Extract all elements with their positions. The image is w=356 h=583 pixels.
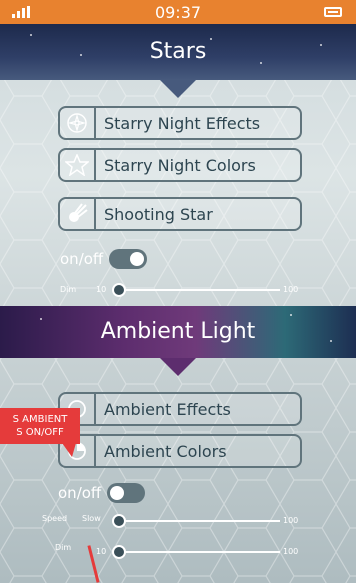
ambient-effects-button[interactable]: Ambient Effects xyxy=(58,392,302,426)
starry-night-colors-label: Starry Night Colors xyxy=(104,155,256,175)
stars-dim-max: 100 xyxy=(283,285,299,294)
status-time: 09:37 xyxy=(154,3,202,22)
ambient-colors-label: Ambient Colors xyxy=(104,441,227,461)
annotation-callout: S AMBIENT S ON/OFF xyxy=(0,408,80,457)
toggle-on-label: on xyxy=(58,484,77,502)
star-outline-icon xyxy=(65,154,89,176)
ambient-header: Ambient Light xyxy=(0,306,356,358)
ambient-dim-min: 10 xyxy=(96,547,107,556)
speed-thumb[interactable] xyxy=(112,514,126,528)
stars-toggle-row: on / off xyxy=(60,249,148,269)
toggle-on-label: on xyxy=(60,250,79,268)
annotation-line-1: S AMBIENT xyxy=(12,414,68,425)
ambient-dim-label: Dim xyxy=(55,543,72,552)
speed-max: 100 xyxy=(283,516,299,525)
battery-icon xyxy=(324,7,342,17)
ambient-dim-max: 100 xyxy=(283,547,299,556)
speed-min: Slow xyxy=(82,514,101,523)
stars-dim-min: 10 xyxy=(96,285,107,294)
stars-dim-track[interactable] xyxy=(118,289,280,291)
stars-toggle-switch[interactable] xyxy=(109,249,148,269)
stars-dim-label: Dim xyxy=(60,285,77,294)
stars-header-pointer xyxy=(160,80,196,98)
shooting-star-label: Shooting Star xyxy=(104,204,213,224)
compass-star-icon xyxy=(67,113,87,133)
toggle-off-label: off xyxy=(81,484,102,502)
stars-header: Stars xyxy=(0,24,356,80)
starry-night-effects-label: Starry Night Effects xyxy=(104,113,261,133)
ambient-toggle-switch[interactable] xyxy=(107,483,146,503)
stars-title: Stars xyxy=(149,39,207,64)
ambient-title: Ambient Light xyxy=(100,319,256,344)
starry-night-colors-button[interactable]: Starry Night Colors xyxy=(58,148,302,182)
speed-label: Speed xyxy=(42,514,68,523)
speed-track[interactable] xyxy=(118,520,280,522)
ambient-dim-thumb[interactable] xyxy=(112,545,126,559)
status-bar: 09:37 xyxy=(0,0,356,24)
annotation-line-2: S ON/OFF xyxy=(16,427,64,438)
ambient-header-pointer xyxy=(160,358,196,376)
shooting-star-button[interactable]: Shooting Star xyxy=(58,197,302,231)
ambient-toggle-row: on / off xyxy=(58,483,146,503)
ambient-dim-track[interactable] xyxy=(118,551,280,553)
starry-night-effects-button[interactable]: Starry Night Effects xyxy=(58,106,302,140)
toggle-off-label: off xyxy=(83,250,104,268)
shooting-star-icon xyxy=(69,203,88,222)
ambient-effects-label: Ambient Effects xyxy=(104,399,231,419)
stars-dim-thumb[interactable] xyxy=(112,283,126,297)
ambient-colors-button[interactable]: Ambient Colors xyxy=(58,434,302,468)
